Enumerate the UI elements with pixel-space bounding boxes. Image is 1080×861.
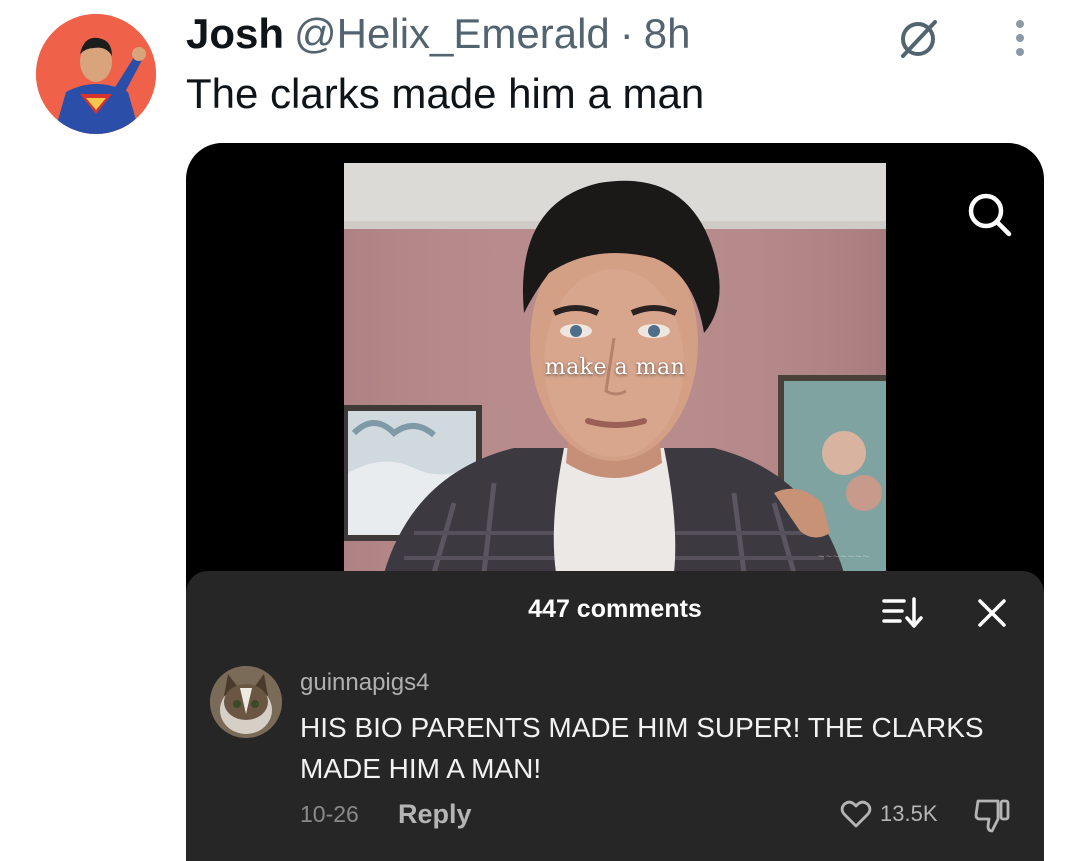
- comments-panel: 447 comments guinnapigs4 HIS BIO PARENTS…: [186, 571, 1044, 861]
- author-handle[interactable]: @Helix_Emerald: [294, 10, 610, 58]
- heart-icon: [840, 800, 872, 828]
- tweet-header: Josh @Helix_Emerald · 8h: [186, 10, 691, 62]
- reply-button[interactable]: Reply: [398, 799, 472, 830]
- comment-text: HIS BIO PARENTS MADE HIM SUPER! THE CLAR…: [300, 712, 984, 784]
- comment-username[interactable]: guinnapigs4: [300, 669, 429, 697]
- thumbs-down-icon[interactable]: [972, 797, 1012, 835]
- like-button[interactable]: 13.5K: [840, 799, 938, 829]
- tweet-timestamp[interactable]: 8h: [644, 10, 691, 58]
- more-vertical-dots-icon[interactable]: [1000, 16, 1040, 60]
- sort-icon[interactable]: [880, 593, 924, 633]
- close-icon[interactable]: [972, 593, 1012, 633]
- comment-date: 10-26: [300, 801, 359, 827]
- tweet-text: The clarks made him a man: [186, 70, 705, 117]
- author-avatar[interactable]: [36, 14, 156, 134]
- search-icon[interactable]: [964, 189, 1016, 241]
- video-caption: make a man: [544, 355, 686, 380]
- video-frame[interactable]: make a man ~~~~~~~: [344, 163, 886, 573]
- like-count: 13.5K: [880, 801, 938, 826]
- author-name[interactable]: Josh: [186, 10, 284, 58]
- separator-dot: ·: [619, 10, 634, 57]
- grok-slash-circle-icon[interactable]: [895, 14, 943, 62]
- video-watermark: ~~~~~~~: [818, 551, 870, 563]
- commenter-avatar[interactable]: [210, 666, 282, 738]
- tweet-media[interactable]: make a man ~~~~~~~ 447 comments guinnapi…: [186, 143, 1044, 861]
